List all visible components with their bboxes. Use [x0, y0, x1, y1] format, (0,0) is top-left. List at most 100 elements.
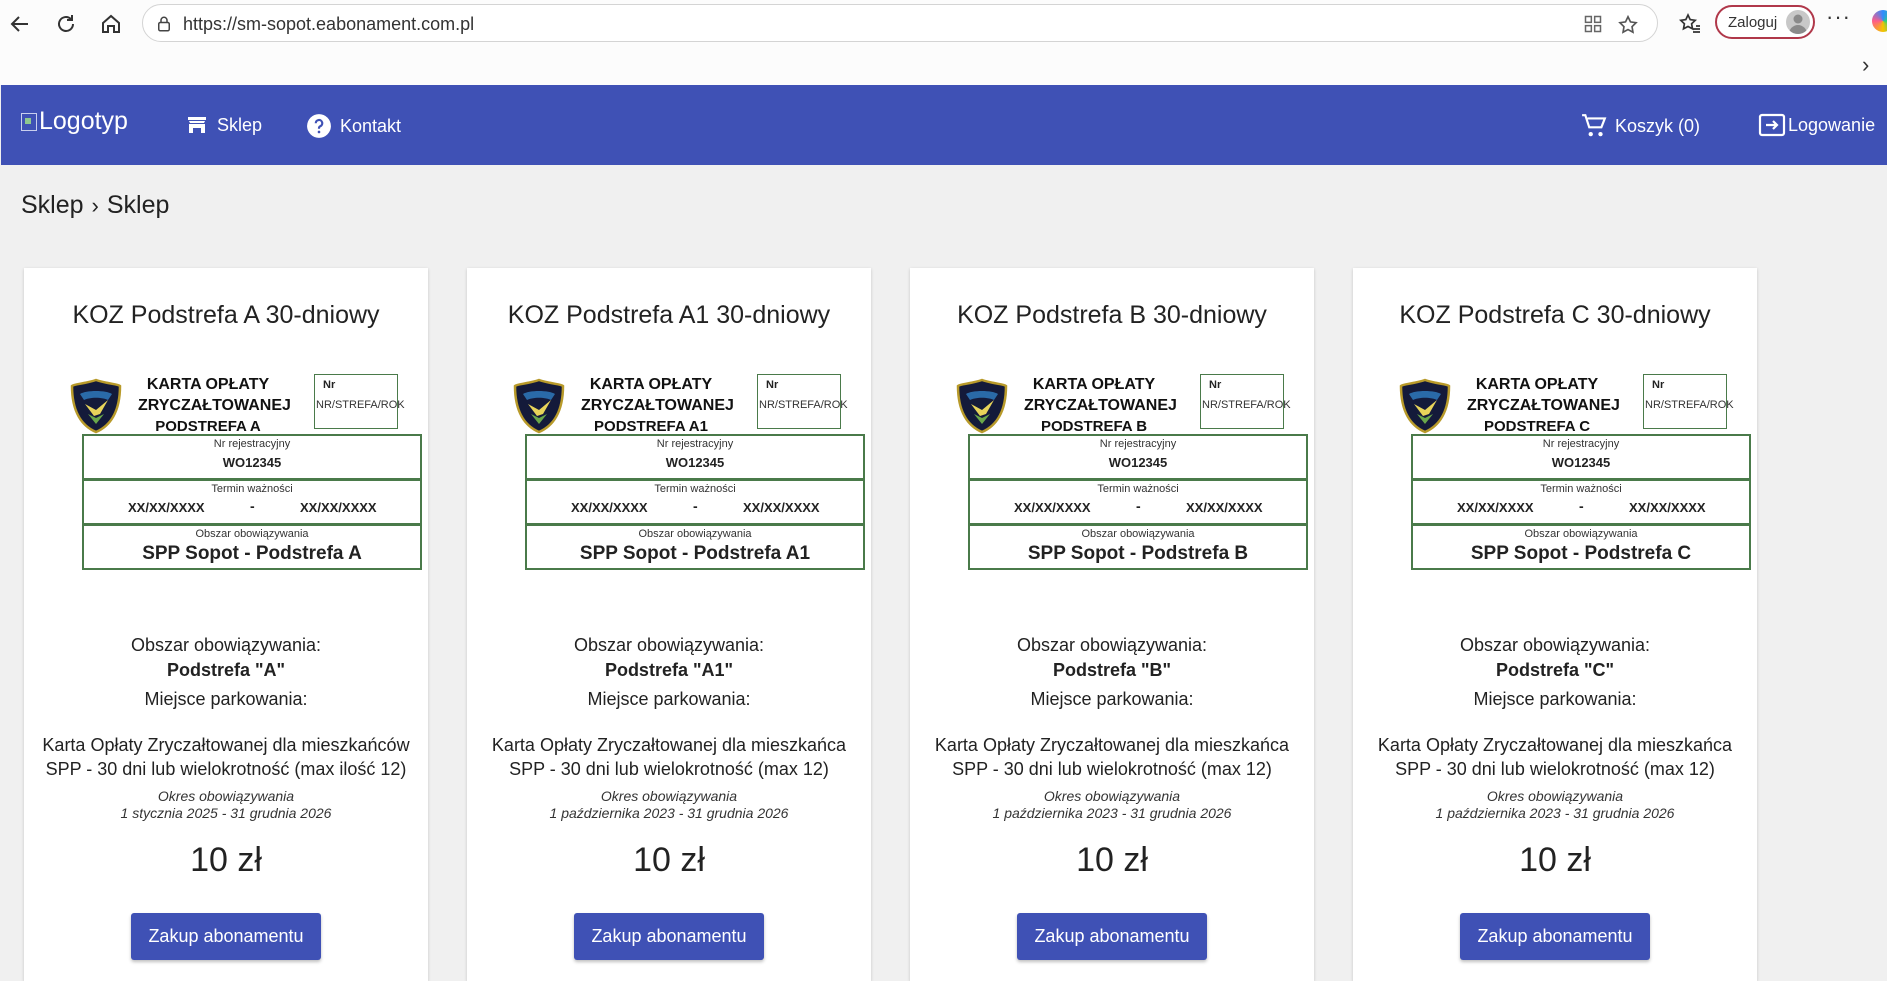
- ticket-heading-line: KARTA OPŁATY: [589, 376, 713, 393]
- ticket-number-label: Nr: [766, 379, 779, 391]
- logo-alt-text: Logotyp: [39, 107, 128, 135]
- breadcrumb-item-current: Sklep: [106, 191, 170, 219]
- description-line: Karta Opłaty Zryczałtowanej dla mieszkań…: [491, 735, 847, 755]
- validity-date-to: XX/XX/XXXX: [300, 500, 377, 515]
- apps-icon[interactable]: [1583, 14, 1603, 39]
- nav-item-sklep[interactable]: Sklep: [185, 113, 262, 137]
- description-line: Karta Opłaty Zryczałtowanej dla mieszkań…: [1377, 735, 1733, 755]
- registration-label: Nr rejestracyjny: [656, 438, 734, 450]
- ticket-number-label: Nr: [1652, 379, 1665, 391]
- area-value: Podstrefa "A": [166, 660, 286, 680]
- product-description: Karta Opłaty Zryczałtowanej dla mieszkań…: [920, 733, 1304, 781]
- ticket-area-value: SPP Sopot - Podstrefa C: [1470, 543, 1692, 564]
- product-title: KOZ Podstrefa B 30-dniowy: [957, 301, 1267, 329]
- period-value: 1 października 2023 - 31 grudnia 2026: [1435, 805, 1675, 821]
- description-line: Karta Opłaty Zryczałtowanej dla mieszkań…: [42, 735, 410, 755]
- back-arrow-icon[interactable]: [2, 6, 38, 42]
- validity-period: Okres obowiązywania 1 października 2023 -…: [910, 788, 1314, 822]
- ticket-area-box: Obszar obowiązywania SPP Sopot - Podstref…: [525, 524, 865, 570]
- parking-place-label: Miejsce parkowania:: [1030, 689, 1194, 709]
- period-label: Okres obowiązywania: [1043, 788, 1181, 804]
- ticket-area-label: Obszar obowiązywania: [638, 528, 752, 540]
- validity-date-separator: -: [250, 498, 255, 514]
- nav-label-kontakt: Kontakt: [340, 115, 402, 136]
- ticket-number-value: NR/STREFA/ROK: [1202, 399, 1291, 411]
- validity-date-separator: -: [693, 498, 698, 514]
- home-icon[interactable]: [93, 6, 129, 42]
- ticket-validity-box: Termin ważności XX/XX/XXXX - XX/XX/XXXX: [1411, 479, 1751, 525]
- address-bar[interactable]: https://sm-sopot.eabonament.com.pl: [142, 4, 1658, 42]
- ticket-number-box: Nr NR/STREFA/ROK: [314, 374, 405, 429]
- ticket-heading-line: KARTA OPŁATY: [146, 376, 270, 393]
- product-card: KOZ Podstrefa B 30-dniowy KARTA OPŁATY ZRY…: [910, 268, 1314, 981]
- validity-date-separator: -: [1579, 498, 1584, 514]
- refresh-icon[interactable]: [48, 6, 84, 42]
- nav-item-kontakt[interactable]: Kontakt: [306, 113, 401, 139]
- ticket-area-value: SPP Sopot - Podstrefa B: [1027, 543, 1249, 564]
- login-button[interactable]: Logowanie: [1758, 113, 1875, 137]
- help-circle-icon: [307, 114, 331, 138]
- ticket-registration-box: Nr rejestracyjny WO12345: [82, 434, 422, 480]
- buy-subscription-button[interactable]: Zakup abonamentu: [1017, 913, 1207, 960]
- copilot-icon[interactable]: [1872, 10, 1887, 32]
- lock-icon[interactable]: [155, 15, 173, 38]
- description-line: SPP - 30 dni lub wielokrotność (max 12): [952, 759, 1272, 779]
- validity-label: Termin ważności: [654, 483, 736, 495]
- breadcrumb: Sklep › Sklep: [21, 191, 169, 220]
- ticket-image: KARTA OPŁATY ZRYCZAŁTOWANEJ PODSTREFA A1 Nr…: [501, 366, 865, 598]
- description-line: Karta Opłaty Zryczałtowanej dla mieszkań…: [934, 735, 1290, 755]
- straz-miejska-shield-icon: [1399, 378, 1451, 434]
- logo[interactable]: Logotyp: [21, 107, 128, 136]
- product-title: KOZ Podstrefa A 30-dniowy: [72, 301, 380, 329]
- star-icon[interactable]: [1617, 14, 1639, 41]
- breadcrumb-item[interactable]: Sklep: [21, 191, 84, 219]
- validity-period: Okres obowiązywania 1 stycznia 2025 - 31 …: [24, 788, 428, 822]
- area-label: Obszar obowiązywania:: [130, 635, 322, 655]
- ticket-area-box: Obszar obowiązywania SPP Sopot - Podstref…: [1411, 524, 1751, 570]
- registration-label: Nr rejestracyjny: [1542, 438, 1620, 450]
- browser-toolbar: https://sm-sopot.eabonament.com.pl Zalog…: [0, 0, 1887, 85]
- ticket-heading: KARTA OPŁATY ZRYCZAŁTOWANEJ PODSTREFA B: [1024, 374, 1177, 437]
- period-value: 1 stycznia 2025 - 31 grudnia 2026: [120, 805, 332, 821]
- ticket-area-label: Obszar obowiązywania: [1524, 528, 1638, 540]
- url-text[interactable]: https://sm-sopot.eabonament.com.pl: [183, 14, 474, 35]
- ticket-validity-box: Termin ważności XX/XX/XXXX - XX/XX/XXXX: [525, 479, 865, 525]
- area-label: Obszar obowiązywania:: [1459, 635, 1651, 655]
- profile-signin-button[interactable]: Zaloguj: [1715, 5, 1815, 39]
- broken-image-icon: [21, 112, 37, 131]
- period-label: Okres obowiązywania: [157, 788, 295, 804]
- favorites-icon[interactable]: [1672, 6, 1708, 42]
- straz-miejska-shield-icon: [956, 378, 1008, 434]
- buy-subscription-button[interactable]: Zakup abonamentu: [574, 913, 764, 960]
- ticket-number-value: NR/STREFA/ROK: [759, 399, 848, 411]
- parking-place-label: Miejsce parkowania:: [1473, 689, 1637, 709]
- ticket-area-value: SPP Sopot - Podstrefa A1: [579, 543, 811, 564]
- cart-button[interactable]: Koszyk (0): [1581, 113, 1700, 139]
- description-line: SPP - 30 dni lub wielokrotność (max iloś…: [45, 759, 407, 779]
- buy-subscription-button[interactable]: Zakup abonamentu: [1460, 913, 1650, 960]
- ticket-validity-box: Termin ważności XX/XX/XXXX - XX/XX/XXXX: [82, 479, 422, 525]
- product-description: Karta Opłaty Zryczałtowanej dla mieszkań…: [34, 733, 418, 781]
- product-description: Karta Opłaty Zryczałtowanej dla mieszkań…: [477, 733, 861, 781]
- validity-period: Okres obowiązywania 1 października 2023 -…: [1353, 788, 1757, 822]
- ticket-heading-line: KARTA OPŁATY: [1475, 376, 1599, 393]
- validity-date-from: XX/XX/XXXX: [128, 500, 205, 515]
- app-header: Logotyp Sklep Kontakt Koszyk (0) Logowan…: [1, 85, 1887, 165]
- ticket-image: KARTA OPŁATY ZRYCZAŁTOWANEJ PODSTREFA C Nr N…: [1387, 366, 1751, 598]
- ticket-registration-box: Nr rejestracyjny WO12345: [1411, 434, 1751, 480]
- ticket-area-value: SPP Sopot - Podstrefa A: [142, 543, 362, 564]
- more-options-icon[interactable]: ···: [1826, 4, 1851, 30]
- validity-label: Termin ważności: [1097, 483, 1179, 495]
- chevron-right-icon[interactable]: ›: [1862, 52, 1869, 78]
- login-label: Logowanie: [1788, 114, 1876, 135]
- registration-label: Nr rejestracyjny: [213, 438, 291, 450]
- validity-date-from: XX/XX/XXXX: [1457, 500, 1534, 515]
- buy-subscription-button[interactable]: Zakup abonamentu: [131, 913, 321, 960]
- area-label: Obszar obowiązywania:: [1016, 635, 1208, 655]
- breadcrumb-separator-icon: ›: [91, 193, 99, 218]
- validity-label: Termin ważności: [211, 483, 293, 495]
- signin-label: Zaloguj: [1728, 14, 1778, 31]
- registration-value: WO12345: [222, 455, 282, 470]
- ticket-validity-box: Termin ważności XX/XX/XXXX - XX/XX/XXXX: [968, 479, 1308, 525]
- ticket-image: KARTA OPŁATY ZRYCZAŁTOWANEJ PODSTREFA B Nr N…: [944, 366, 1308, 598]
